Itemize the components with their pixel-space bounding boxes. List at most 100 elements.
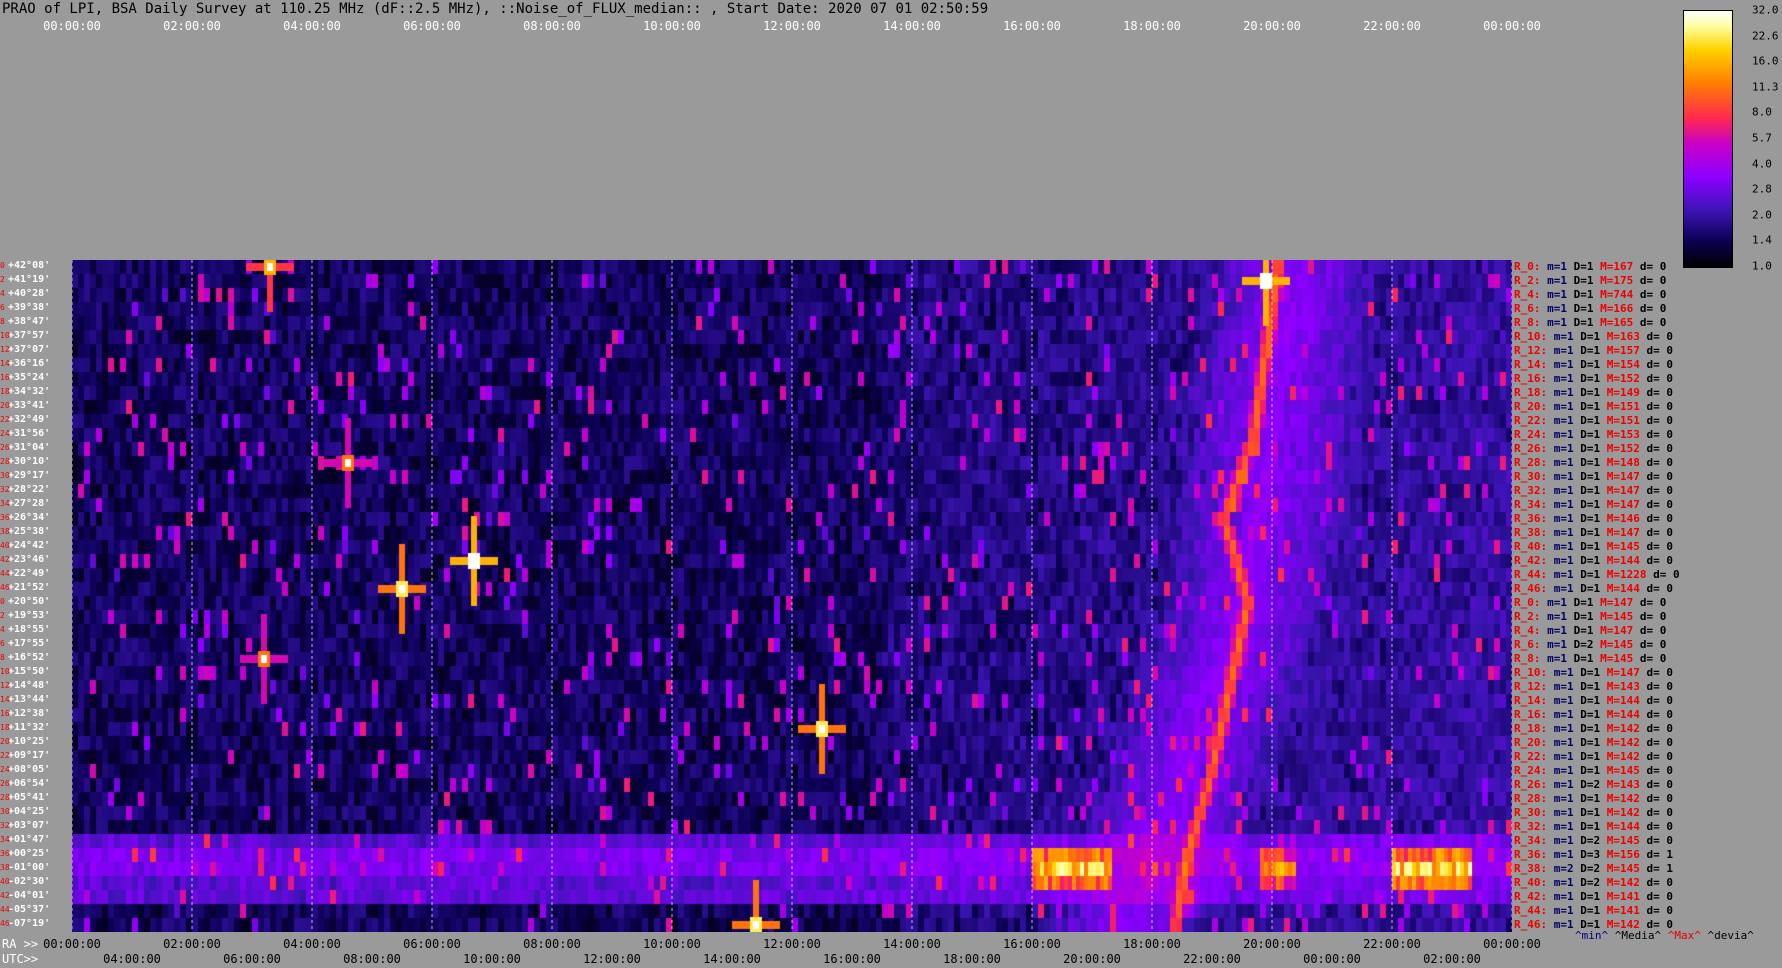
utc-axis-tick: 02:00:00 bbox=[1423, 952, 1481, 966]
row-index-label: 4 bbox=[0, 625, 5, 634]
row-stat: R_28: m=1 D=1 M=142 d= 0 bbox=[1514, 792, 1673, 805]
declination-label: +13°44' bbox=[8, 694, 51, 705]
row-stat-max: M=147 bbox=[1600, 596, 1640, 609]
row-stat-d: D=1 bbox=[1580, 568, 1607, 581]
row-stat-name: R_20: bbox=[1514, 736, 1554, 749]
row-stat-d: D=1 bbox=[1573, 260, 1601, 273]
row-stat-name: R_44: bbox=[1514, 904, 1554, 917]
row-stat-min: m=1 bbox=[1553, 456, 1581, 469]
row-stat-d: D=1 bbox=[1580, 512, 1607, 525]
declination-label: +05°41' bbox=[8, 792, 51, 803]
utc-axis-tick: 20:00:00 bbox=[1063, 952, 1121, 966]
declination-label: +18°55' bbox=[8, 624, 51, 635]
row-stat-name: R_34: bbox=[1514, 834, 1554, 847]
row-stat-min: m=1 bbox=[1547, 288, 1574, 301]
row-stat: R_44: m=1 D=1 M=1228 d= 0 bbox=[1514, 568, 1680, 581]
row-stat-d: D=1 bbox=[1573, 274, 1601, 287]
utc-axis-tick: 10:00:00 bbox=[463, 952, 521, 966]
row-stat-d: D=2 bbox=[1573, 638, 1601, 651]
row-stat: R_44: m=1 D=1 M=141 d= 0 bbox=[1514, 904, 1673, 917]
row-index-label: 30 bbox=[0, 807, 10, 816]
row-index-label: 46 bbox=[0, 583, 10, 592]
row-stat-max: M=163 bbox=[1606, 330, 1647, 343]
row-stat-dev: d= 0 bbox=[1646, 330, 1674, 343]
row-stat-dev: d= 0 bbox=[1639, 288, 1667, 301]
row-stat: R_0: m=1 D=1 M=147 d= 0 bbox=[1514, 596, 1666, 609]
row-stat-max: M=147 bbox=[1606, 498, 1647, 511]
row-stat-dev: d= 0 bbox=[1646, 484, 1674, 497]
declination-label: +22°49' bbox=[8, 568, 51, 579]
declination-label: +24°42' bbox=[8, 540, 51, 551]
declination-label: +20°50' bbox=[8, 596, 51, 607]
row-stat-d: D=1 bbox=[1580, 806, 1607, 819]
row-stat-dev: d= 0 bbox=[1646, 680, 1674, 693]
row-stat-max: M=1228 bbox=[1606, 568, 1654, 581]
row-stat-max: M=144 bbox=[1606, 708, 1647, 721]
row-index-label: 30 bbox=[0, 471, 10, 480]
row-stat-max: M=145 bbox=[1606, 540, 1647, 553]
row-stat-name: R_18: bbox=[1514, 722, 1554, 735]
row-stat-d: D=1 bbox=[1580, 764, 1607, 777]
row-stat-max: M=147 bbox=[1606, 470, 1647, 483]
row-stat-min: m=1 bbox=[1553, 764, 1581, 777]
row-stat-min: m=1 bbox=[1553, 442, 1581, 455]
row-stat-d: D=1 bbox=[1573, 624, 1601, 637]
row-index-label: 32 bbox=[0, 485, 10, 494]
row-stat-d: D=1 bbox=[1580, 792, 1607, 805]
declination-label: +08°05' bbox=[8, 764, 51, 775]
declination-label: +03°07' bbox=[8, 820, 51, 831]
row-stat-d: D=1 bbox=[1580, 358, 1607, 371]
row-index-label: 8 bbox=[0, 653, 5, 662]
row-stat-max: M=145 bbox=[1606, 764, 1647, 777]
row-stat-name: R_14: bbox=[1514, 358, 1554, 371]
ra-axis-tick: 22:00:00 bbox=[1363, 937, 1421, 951]
row-stat: R_24: m=1 D=1 M=145 d= 0 bbox=[1514, 764, 1673, 777]
row-index-label: 16 bbox=[0, 709, 10, 718]
row-stat-name: R_46: bbox=[1514, 918, 1554, 931]
row-stat: R_10: m=1 D=1 M=147 d= 0 bbox=[1514, 666, 1673, 679]
row-index-label: 20 bbox=[0, 401, 10, 410]
row-stat-dev: d= 1 bbox=[1646, 862, 1674, 875]
heatmap-canvas bbox=[72, 260, 1512, 932]
row-stat-name: R_12: bbox=[1514, 680, 1554, 693]
row-stat-dev: d= 0 bbox=[1646, 512, 1674, 525]
row-index-label: 36 bbox=[0, 849, 10, 858]
row-index-label: 42 bbox=[0, 891, 10, 900]
top-axis-tick: 04:00:00 bbox=[283, 19, 341, 33]
row-stat-d: D=3 bbox=[1580, 848, 1607, 861]
row-stat-min: m=1 bbox=[1553, 750, 1581, 763]
row-stat-max: M=154 bbox=[1606, 358, 1647, 371]
top-axis-tick: 10:00:00 bbox=[643, 19, 701, 33]
row-index-label: 38 bbox=[0, 863, 10, 872]
row-stat-max: M=744 bbox=[1600, 288, 1640, 301]
row-stat-min: m=1 bbox=[1553, 876, 1581, 889]
declination-label: +37°57' bbox=[8, 330, 51, 341]
row-stat: R_10: m=1 D=1 M=163 d= 0 bbox=[1514, 330, 1673, 343]
stats-legend: ^min^ ^Media^ ^Max^ ^devia^ bbox=[1575, 929, 1754, 942]
color-bar-tick: 2.0 bbox=[1752, 208, 1772, 222]
row-index-label: 28 bbox=[0, 793, 10, 802]
row-stat-name: R_16: bbox=[1514, 372, 1554, 385]
row-stat-d: D=1 bbox=[1573, 316, 1601, 329]
row-stat-max: M=145 bbox=[1600, 652, 1640, 665]
top-axis-tick: 02:00:00 bbox=[163, 19, 221, 33]
row-index-label: 12 bbox=[0, 345, 10, 354]
row-stat-max: M=145 bbox=[1600, 638, 1640, 651]
row-stat-min: m=1 bbox=[1553, 428, 1581, 441]
row-stat-min: m=1 bbox=[1553, 834, 1581, 847]
row-stat-name: R_0: bbox=[1514, 260, 1548, 273]
declination-label: +36°16' bbox=[8, 358, 51, 369]
row-index-label: 6 bbox=[0, 639, 5, 648]
row-stat-min: m=1 bbox=[1547, 302, 1574, 315]
row-stat-min: m=1 bbox=[1553, 820, 1581, 833]
row-stat: R_22: m=1 D=1 M=142 d= 0 bbox=[1514, 750, 1673, 763]
declination-label: +11°32' bbox=[8, 722, 51, 733]
row-stat-min: m=1 bbox=[1553, 904, 1581, 917]
top-axis-tick: 18:00:00 bbox=[1123, 19, 1181, 33]
row-stat-d: D=1 bbox=[1580, 428, 1607, 441]
row-stat-dev: d= 0 bbox=[1646, 400, 1674, 413]
row-stat-min: m=1 bbox=[1553, 708, 1581, 721]
row-stat-max: M=147 bbox=[1606, 484, 1647, 497]
color-bar-tick: 32.0 bbox=[1752, 3, 1779, 17]
row-stat-name: R_44: bbox=[1514, 568, 1554, 581]
